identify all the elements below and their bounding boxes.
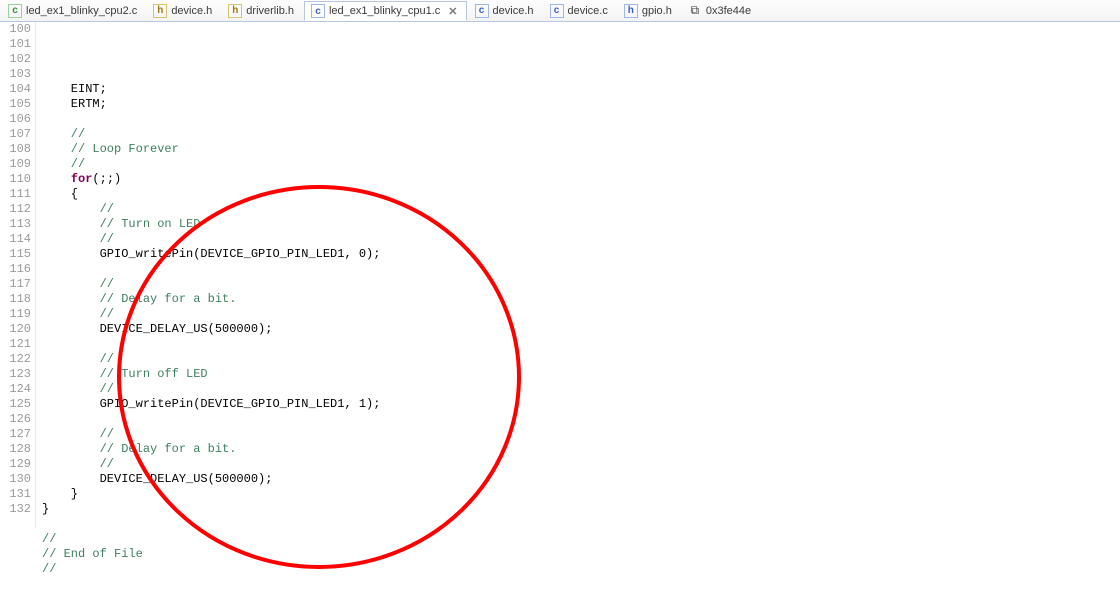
editor-tab-6[interactable]: h gpio.h	[618, 2, 680, 20]
code-line[interactable]	[42, 517, 1120, 532]
line-number: 111	[0, 187, 31, 202]
code-line[interactable]: }	[42, 487, 1120, 502]
code-line[interactable]: // End of File	[42, 547, 1120, 562]
editor-tab-4[interactable]: c device.h	[469, 2, 542, 20]
file-icon: c	[475, 4, 489, 18]
code-line[interactable]: //	[42, 562, 1120, 577]
editor-tab-7[interactable]: ⧉ 0x3fe44e	[682, 2, 759, 20]
line-number: 101	[0, 37, 31, 52]
code-line[interactable]	[42, 337, 1120, 352]
line-number: 132	[0, 502, 31, 517]
line-number: 128	[0, 442, 31, 457]
line-number: 102	[0, 52, 31, 67]
code-line[interactable]: // Loop Forever	[42, 142, 1120, 157]
code-line[interactable]: GPIO_writePin(DEVICE_GPIO_PIN_LED1, 0);	[42, 247, 1120, 262]
code-area[interactable]: EINT; ERTM; // // Loop Forever // for(;;…	[36, 22, 1120, 528]
line-number: 109	[0, 157, 31, 172]
editor-tab-0[interactable]: c led_ex1_blinky_cpu2.c	[2, 2, 145, 20]
code-line[interactable]: // Delay for a bit.	[42, 292, 1120, 307]
editor-tab-5[interactable]: c device.c	[544, 2, 616, 20]
line-number: 131	[0, 487, 31, 502]
line-number-gutter: 1001011021031041051061071081091101111121…	[0, 22, 36, 528]
code-line[interactable]: //	[42, 532, 1120, 547]
line-number: 127	[0, 427, 31, 442]
line-number: 114	[0, 232, 31, 247]
tab-label: device.h	[493, 5, 534, 17]
line-number: 130	[0, 472, 31, 487]
editor-tab-3[interactable]: c led_ex1_blinky_cpu1.c ✕	[304, 1, 467, 21]
line-number: 103	[0, 67, 31, 82]
code-line[interactable]: EINT;	[42, 82, 1120, 97]
tab-label: led_ex1_blinky_cpu1.c	[329, 5, 440, 17]
code-line[interactable]: {	[42, 187, 1120, 202]
code-line[interactable]: //	[42, 457, 1120, 472]
line-number: 118	[0, 292, 31, 307]
code-line[interactable]: //	[42, 382, 1120, 397]
code-line[interactable]: //	[42, 127, 1120, 142]
line-number: 129	[0, 457, 31, 472]
line-number: 106	[0, 112, 31, 127]
code-line[interactable]	[42, 262, 1120, 277]
line-number: 108	[0, 142, 31, 157]
line-number: 124	[0, 382, 31, 397]
line-number: 100	[0, 22, 31, 37]
code-line[interactable]: //	[42, 352, 1120, 367]
line-number: 113	[0, 217, 31, 232]
line-number: 110	[0, 172, 31, 187]
line-number: 119	[0, 307, 31, 322]
code-line[interactable]: //	[42, 232, 1120, 247]
file-icon: h	[153, 4, 167, 18]
line-number: 112	[0, 202, 31, 217]
line-number: 120	[0, 322, 31, 337]
code-line[interactable]: //	[42, 157, 1120, 172]
file-icon: ⧉	[688, 4, 702, 18]
line-number: 117	[0, 277, 31, 292]
code-editor[interactable]: 1001011021031041051061071081091101111121…	[0, 22, 1120, 528]
tab-label: device.c	[568, 5, 608, 17]
code-line[interactable]: // Turn off LED	[42, 367, 1120, 382]
code-line[interactable]: }	[42, 502, 1120, 517]
file-icon: c	[550, 4, 564, 18]
editor-tab-bar: c led_ex1_blinky_cpu2.c h device.h h driverli…	[0, 0, 1120, 22]
code-line[interactable]: GPIO_writePin(DEVICE_GPIO_PIN_LED1, 1);	[42, 397, 1120, 412]
tab-label: gpio.h	[642, 5, 672, 17]
code-line[interactable]: DEVICE_DELAY_US(500000);	[42, 322, 1120, 337]
code-line[interactable]: //	[42, 427, 1120, 442]
line-number: 121	[0, 337, 31, 352]
code-line[interactable]: // Delay for a bit.	[42, 442, 1120, 457]
tab-label: device.h	[171, 5, 212, 17]
file-icon: c	[311, 4, 325, 18]
tab-label: led_ex1_blinky_cpu2.c	[26, 5, 137, 17]
line-number: 125	[0, 397, 31, 412]
line-number: 115	[0, 247, 31, 262]
code-line[interactable]: //	[42, 202, 1120, 217]
code-line[interactable]: // Turn on LED	[42, 217, 1120, 232]
editor-tab-1[interactable]: h device.h	[147, 2, 220, 20]
editor-tab-2[interactable]: h driverlib.h	[222, 2, 302, 20]
line-number: 123	[0, 367, 31, 382]
tab-label: 0x3fe44e	[706, 5, 751, 17]
file-icon: c	[8, 4, 22, 18]
code-line[interactable]: //	[42, 307, 1120, 322]
line-number: 107	[0, 127, 31, 142]
line-number: 126	[0, 412, 31, 427]
code-line[interactable]: for(;;)	[42, 172, 1120, 187]
code-line[interactable]	[42, 112, 1120, 127]
line-number: 122	[0, 352, 31, 367]
code-line[interactable]	[42, 412, 1120, 427]
line-number: 105	[0, 97, 31, 112]
file-icon: h	[624, 4, 638, 18]
line-number: 104	[0, 82, 31, 97]
close-icon[interactable]: ✕	[448, 5, 457, 18]
file-icon: h	[228, 4, 242, 18]
code-line[interactable]: //	[42, 277, 1120, 292]
tab-label: driverlib.h	[246, 5, 294, 17]
line-number: 116	[0, 262, 31, 277]
code-line[interactable]: DEVICE_DELAY_US(500000);	[42, 472, 1120, 487]
code-line[interactable]: ERTM;	[42, 97, 1120, 112]
